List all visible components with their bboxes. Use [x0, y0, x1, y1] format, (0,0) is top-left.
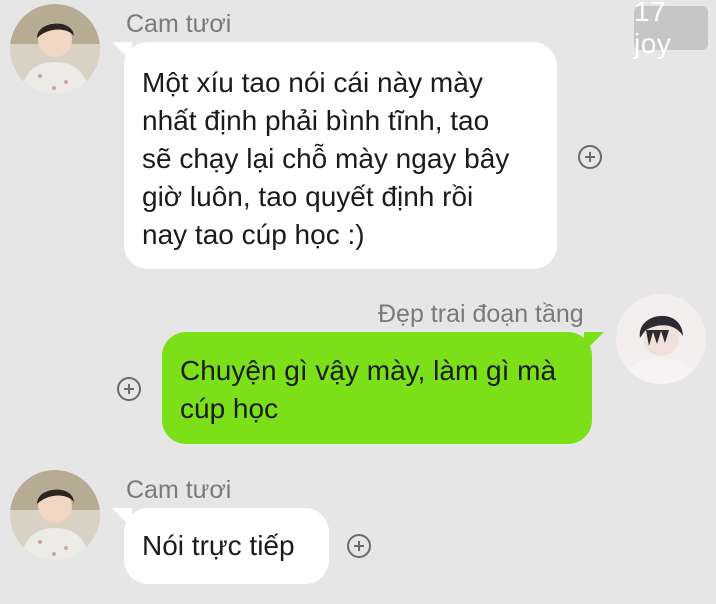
boy-avatar-icon — [10, 4, 100, 94]
add-reaction-button[interactable] — [117, 377, 141, 401]
message-text: Một xíu tao nói cái này mày nhất định ph… — [142, 67, 510, 250]
message-bubble-outgoing[interactable]: Chuyện gì vậy mày, làm gì mà cúp học — [162, 332, 604, 444]
add-circle-icon — [354, 541, 364, 551]
sender-avatar[interactable] — [616, 294, 706, 384]
boy-avatar-icon — [10, 470, 100, 560]
sender-avatar[interactable] — [10, 4, 100, 94]
message-bubble-incoming[interactable]: Nói trực tiếp — [112, 508, 329, 584]
sender-name: Đẹp trai đoạn tầng — [378, 300, 584, 328]
boy-avatar-icon — [616, 294, 706, 384]
message-bubble-incoming[interactable]: Một xíu tao nói cái này mày nhất định ph… — [112, 42, 557, 269]
add-circle-icon — [585, 152, 595, 162]
watermark-text: 17 joy — [634, 0, 672, 59]
sender-name: Cam tươi — [126, 476, 232, 504]
watermark-badge: 17 joy — [634, 0, 708, 59]
sender-name: Cam tươi — [126, 10, 232, 38]
add-reaction-button[interactable] — [347, 534, 371, 558]
message-text: Chuyện gì vậy mày, làm gì mà cúp học — [180, 355, 557, 424]
add-circle-icon — [124, 384, 134, 394]
message-text: Nói trực tiếp — [142, 530, 295, 561]
sender-avatar[interactable] — [10, 470, 100, 560]
chat-view: 17 joy Cam tươi Một xíu tao nói cái này … — [0, 0, 716, 604]
add-reaction-button[interactable] — [578, 145, 602, 169]
